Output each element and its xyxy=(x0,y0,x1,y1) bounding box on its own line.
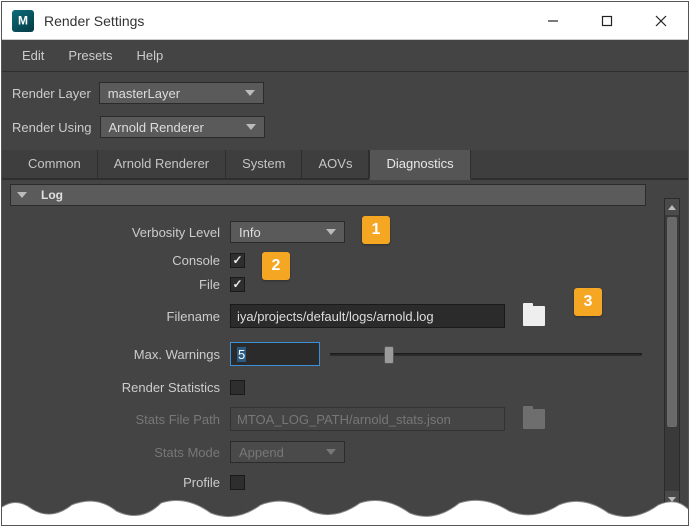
render-layer-combo[interactable]: masterLayer xyxy=(99,82,264,104)
render-layer-row: Render Layer masterLayer xyxy=(2,78,688,108)
chevron-up-icon xyxy=(668,205,676,210)
callout-3: 3 xyxy=(574,288,602,316)
render-using-label: Render Using xyxy=(12,120,92,135)
verbosity-value: Info xyxy=(239,225,261,240)
filename-label: Filename xyxy=(10,309,230,324)
scroll-down-button[interactable] xyxy=(665,491,679,507)
tab-common[interactable]: Common xyxy=(12,150,98,178)
menu-help[interactable]: Help xyxy=(124,44,175,67)
scrollbar[interactable] xyxy=(664,198,680,508)
menu-edit[interactable]: Edit xyxy=(10,44,56,67)
render-using-combo[interactable]: Arnold Renderer xyxy=(100,116,265,138)
scroll-thumb[interactable] xyxy=(667,217,677,427)
stats-file-path-label: Stats File Path xyxy=(10,412,230,427)
console-checkbox[interactable] xyxy=(230,253,245,268)
callout-2: 2 xyxy=(262,252,290,280)
tab-system[interactable]: System xyxy=(226,150,302,178)
scroll-up-button[interactable] xyxy=(665,199,679,215)
render-stats-checkbox[interactable] xyxy=(230,380,245,395)
folder-icon[interactable] xyxy=(523,306,545,326)
menu-presets[interactable]: Presets xyxy=(56,44,124,67)
console-row: Console xyxy=(10,248,646,272)
file-checkbox[interactable] xyxy=(230,277,245,292)
profile-label: Profile xyxy=(10,475,230,490)
file-label: File xyxy=(10,277,230,292)
stats-file-path-row: Stats File Path MTOA_LOG_PATH/arnold_sta… xyxy=(10,402,646,436)
window-controls xyxy=(526,2,688,39)
render-using-row: Render Using Arnold Renderer xyxy=(2,112,688,142)
profile-row: Profile xyxy=(10,468,646,496)
max-warnings-slider[interactable] xyxy=(330,353,642,356)
app-icon xyxy=(12,10,34,32)
stats-mode-combo: Append xyxy=(230,441,345,463)
callout-1: 1 xyxy=(362,216,390,244)
minimize-button[interactable] xyxy=(526,2,580,39)
console-label: Console xyxy=(10,253,230,268)
chevron-down-icon xyxy=(326,449,336,455)
stats-mode-row: Stats Mode Append xyxy=(10,436,646,468)
slider-thumb[interactable] xyxy=(384,346,394,364)
tabstrip: Common Arnold Renderer System AOVs Diagn… xyxy=(2,150,688,180)
tab-aovs[interactable]: AOVs xyxy=(302,150,369,178)
chevron-down-icon xyxy=(17,192,27,198)
maximize-button[interactable] xyxy=(580,2,634,39)
stats-mode-label: Stats Mode xyxy=(10,445,230,460)
profile-checkbox[interactable] xyxy=(230,475,245,490)
max-warnings-value: 5 xyxy=(237,347,246,362)
filename-row: Filename iya/projects/default/logs/arnol… xyxy=(10,296,646,336)
chevron-down-icon xyxy=(246,124,256,130)
filename-value: iya/projects/default/logs/arnold.log xyxy=(237,309,434,324)
section-log-title: Log xyxy=(41,188,63,202)
folder-icon xyxy=(523,409,545,429)
render-stats-label: Render Statistics xyxy=(10,380,230,395)
render-layer-label: Render Layer xyxy=(12,86,91,101)
verbosity-row: Verbosity Level Info xyxy=(10,216,646,248)
chevron-down-icon xyxy=(668,497,676,502)
render-layer-value: masterLayer xyxy=(108,86,180,101)
menubar: Edit Presets Help xyxy=(2,40,688,72)
render-stats-row: Render Statistics xyxy=(10,372,646,402)
section-log-header[interactable]: Log xyxy=(10,184,646,206)
verbosity-label: Verbosity Level xyxy=(10,225,230,240)
window-title: Render Settings xyxy=(44,13,526,29)
render-settings-window: Render Settings Edit Presets Help Render… xyxy=(1,1,689,526)
file-row: File xyxy=(10,272,646,296)
tab-diagnostics[interactable]: Diagnostics xyxy=(369,150,470,180)
close-button[interactable] xyxy=(634,2,688,39)
max-warnings-row: Max. Warnings 5 xyxy=(10,336,646,372)
max-warnings-field[interactable]: 5 xyxy=(230,342,320,366)
log-settings: Verbosity Level Info Console File Filena… xyxy=(10,206,646,496)
chevron-down-icon xyxy=(326,229,336,235)
stats-mode-value: Append xyxy=(239,445,284,460)
stats-file-path-field: MTOA_LOG_PATH/arnold_stats.json xyxy=(230,407,505,431)
render-using-value: Arnold Renderer xyxy=(109,120,204,135)
tab-arnold-renderer[interactable]: Arnold Renderer xyxy=(98,150,226,178)
filename-field[interactable]: iya/projects/default/logs/arnold.log xyxy=(230,304,505,328)
verbosity-combo[interactable]: Info xyxy=(230,221,345,243)
titlebar: Render Settings xyxy=(2,2,688,40)
content-area: Log Verbosity Level Info Console File Fi… xyxy=(2,180,654,496)
stats-file-path-value: MTOA_LOG_PATH/arnold_stats.json xyxy=(237,412,451,427)
torn-edge xyxy=(2,495,688,525)
chevron-down-icon xyxy=(245,90,255,96)
max-warnings-label: Max. Warnings xyxy=(10,347,230,362)
